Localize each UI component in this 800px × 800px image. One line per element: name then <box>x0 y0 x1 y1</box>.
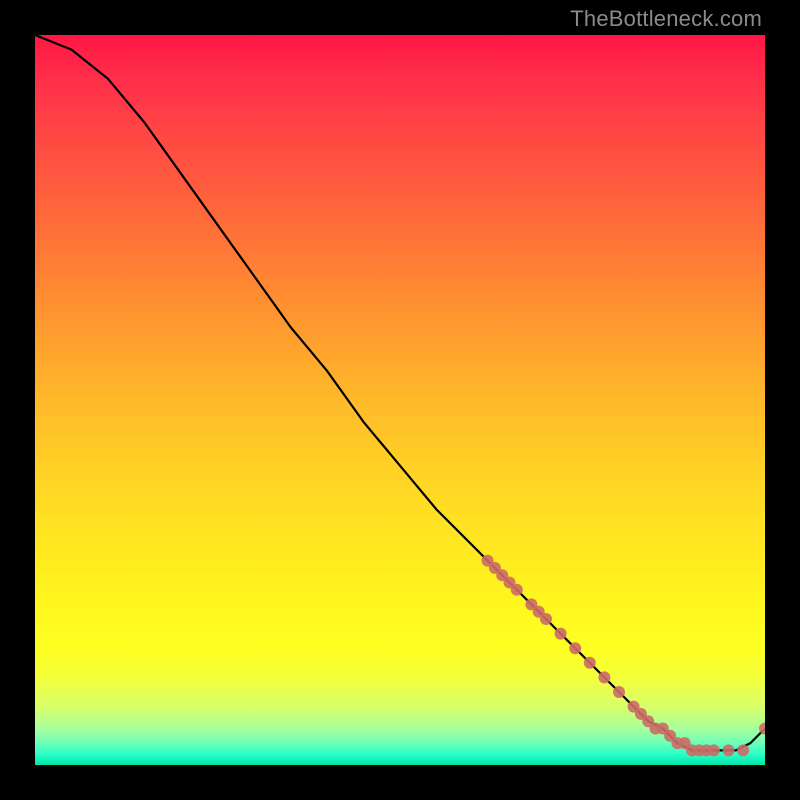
data-point <box>598 671 610 683</box>
data-point <box>584 657 596 669</box>
data-point <box>737 744 749 756</box>
data-point <box>723 744 735 756</box>
data-point <box>613 686 625 698</box>
data-point <box>708 744 720 756</box>
data-point <box>511 584 523 596</box>
data-point <box>555 628 567 640</box>
chart-svg <box>35 35 765 765</box>
bottleneck-curve <box>35 35 765 750</box>
marker-cluster <box>482 555 765 757</box>
data-point <box>540 613 552 625</box>
plot-area <box>35 35 765 765</box>
watermark-label: TheBottleneck.com <box>570 6 762 32</box>
data-point <box>569 642 581 654</box>
chart-frame: TheBottleneck.com <box>0 0 800 800</box>
